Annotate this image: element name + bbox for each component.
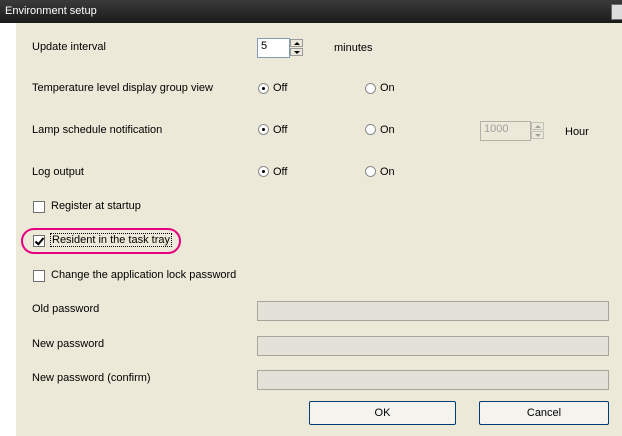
lamp-hours-value: 1000 xyxy=(484,123,509,135)
log-off-label: Off xyxy=(273,166,288,178)
ok-button[interactable]: OK xyxy=(309,401,456,425)
old-password-label: Old password xyxy=(32,303,100,315)
window-title: Environment setup xyxy=(5,5,97,17)
register-startup-label: Register at startup xyxy=(51,200,141,212)
cancel-button-label: Cancel xyxy=(526,407,562,419)
lamp-off-radio[interactable] xyxy=(258,124,269,135)
spin-down-button[interactable] xyxy=(290,48,303,56)
lamp-on-label: On xyxy=(380,124,395,136)
new-password-label: New password xyxy=(32,338,105,350)
temperature-on-radio[interactable] xyxy=(365,83,376,94)
update-interval-value: 5 xyxy=(261,40,268,52)
update-interval-input[interactable]: 5 xyxy=(257,38,290,58)
close-button[interactable] xyxy=(611,4,622,20)
lamp-hours-unit: Hour xyxy=(565,126,589,138)
change-lock-password-label: Change the application lock password xyxy=(51,269,237,281)
temperature-display-label: Temperature level display group view xyxy=(32,82,213,94)
spin-up-button[interactable] xyxy=(290,39,303,47)
ok-button-label: OK xyxy=(374,407,391,419)
log-output-label: Log output xyxy=(32,166,84,178)
register-startup-checkbox[interactable] xyxy=(33,201,45,213)
arrow-up-icon xyxy=(534,124,541,128)
new-password-confirm-field[interactable] xyxy=(257,370,609,390)
old-password-field[interactable] xyxy=(257,301,609,321)
cancel-button[interactable]: Cancel xyxy=(479,401,609,425)
lamp-off-label: Off xyxy=(273,124,288,136)
lamp-hours-input[interactable]: 1000 xyxy=(480,121,531,141)
change-lock-password-checkbox[interactable] xyxy=(33,270,45,282)
spin-down-button[interactable] xyxy=(531,131,544,139)
environment-setup-window: Environment setup Update interval 5 minu… xyxy=(0,0,622,436)
log-off-radio[interactable] xyxy=(258,166,269,177)
log-on-label: On xyxy=(380,166,395,178)
temperature-off-radio[interactable] xyxy=(258,83,269,94)
lamp-on-radio[interactable] xyxy=(365,124,376,135)
update-interval-label: Update interval xyxy=(32,41,106,53)
arrow-down-icon xyxy=(293,50,300,54)
new-password-confirm-label: New password (confirm) xyxy=(32,372,151,384)
temperature-off-label: Off xyxy=(273,82,288,94)
resident-tray-label: Resident in the task tray xyxy=(50,233,173,247)
temperature-on-label: On xyxy=(380,82,395,94)
new-password-field[interactable] xyxy=(257,336,609,356)
update-interval-spinner[interactable] xyxy=(290,39,303,57)
arrow-up-icon xyxy=(293,41,300,45)
arrow-down-icon xyxy=(534,133,541,137)
lamp-schedule-label: Lamp schedule notification xyxy=(32,124,163,136)
resident-tray-checkbox[interactable] xyxy=(33,235,45,247)
update-interval-unit: minutes xyxy=(334,42,373,54)
log-on-radio[interactable] xyxy=(365,166,376,177)
title-bar: Environment setup xyxy=(0,0,622,23)
lamp-hours-spinner[interactable] xyxy=(531,122,544,140)
spin-up-button[interactable] xyxy=(531,122,544,130)
